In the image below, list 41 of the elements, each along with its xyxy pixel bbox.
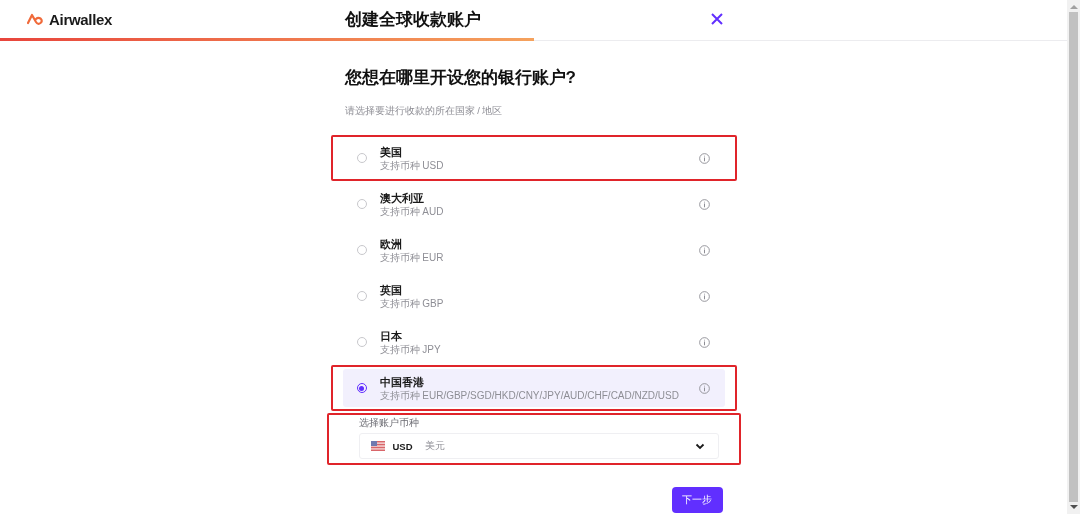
currency-code: USD [392, 440, 413, 452]
field-label: 选择账户币种 [358, 417, 420, 430]
scrollbar[interactable] [1067, 0, 1080, 514]
country-option[interactable]: 中国香港 支持币种 EUR/GBP/SGD/HKD/CNY/JPY/AUD/CHF/CAD/NZD/USD [342, 369, 725, 407]
supported-currencies: 支持币种 EUR [379, 251, 445, 263]
country-option[interactable]: 澳大利亚 支持币种 AUD [342, 185, 725, 223]
info-icon[interactable] [698, 382, 710, 394]
info-icon[interactable] [698, 152, 710, 164]
supported-currencies: 支持币种 EUR/GBP/SGD/HKD/CNY/JPY/AUD/CHF/CAD/NZD/USD [379, 389, 680, 401]
country-option[interactable]: 日本 支持币种 JPY [342, 323, 725, 361]
brand-name: Airwallex [49, 10, 113, 28]
country-name: 英国 [379, 283, 403, 297]
page-title: 创建全球收款账户 [344, 8, 481, 31]
country-name: 中国香港 [379, 375, 425, 389]
next-button[interactable]: 下一步 [671, 487, 723, 513]
country-name: 欧洲 [379, 237, 403, 251]
country-name: 澳大利亚 [379, 191, 425, 205]
instruction-text: 请选择要进行收款的所在国家 / 地区 [344, 105, 504, 118]
logo-icon [27, 13, 44, 25]
country-name: 美国 [379, 145, 403, 159]
scroll-down-icon[interactable] [1069, 504, 1078, 510]
supported-currencies: 支持币种 GBP [379, 297, 445, 309]
info-icon[interactable] [698, 244, 710, 256]
supported-currencies: 支持币种 JPY [379, 343, 442, 355]
country-option[interactable]: 美国 支持币种 USD [342, 139, 725, 177]
info-icon[interactable] [698, 336, 710, 348]
country-name: 日本 [379, 329, 403, 343]
chevron-down-icon [694, 442, 705, 450]
currency-name: 美元 [424, 439, 446, 453]
supported-currencies: 支持币种 USD [379, 159, 445, 171]
info-icon[interactable] [698, 290, 710, 302]
currency-select[interactable]: USD 美元 [358, 433, 719, 459]
supported-currencies: 支持币种 AUD [379, 205, 445, 217]
scroll-up-icon[interactable] [1069, 4, 1078, 10]
flag-icon [370, 441, 385, 451]
country-option[interactable]: 英国 支持币种 GBP [342, 277, 725, 315]
scrollbar-thumb[interactable] [1069, 12, 1078, 502]
close-icon[interactable] [710, 13, 723, 25]
question-heading: 您想在哪里开设您的银行账户? [344, 67, 577, 89]
info-icon[interactable] [698, 198, 710, 210]
country-option[interactable]: 欧洲 支持币种 EUR [342, 231, 725, 269]
